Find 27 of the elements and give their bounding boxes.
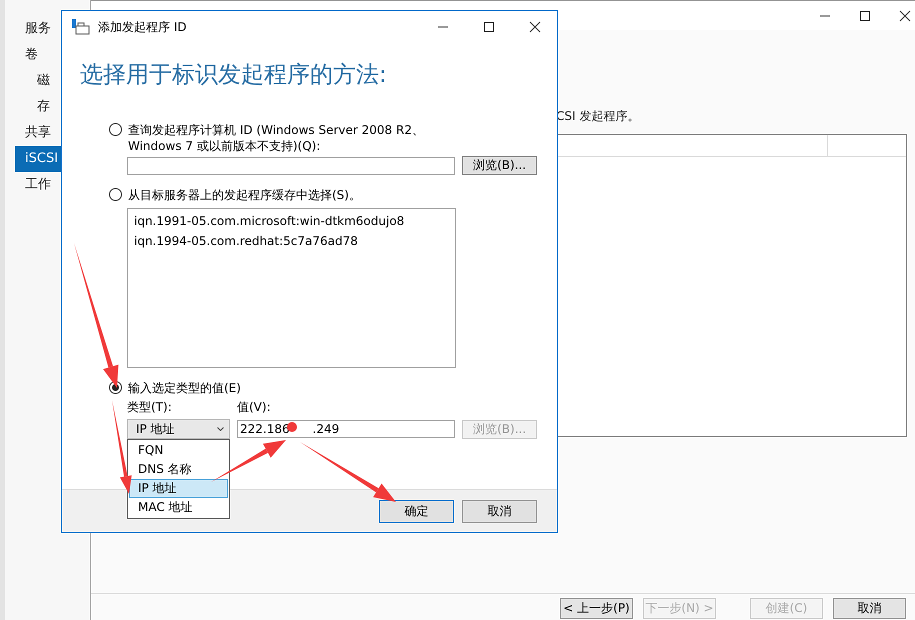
chevron-down-icon	[217, 427, 224, 431]
close-icon[interactable]	[899, 10, 911, 22]
wizard-button[interactable]: < 上一步(P)	[560, 598, 633, 619]
type-label: 类型(T):	[127, 400, 172, 414]
app-icon	[72, 19, 90, 35]
dialog-button[interactable]: 确定	[379, 500, 454, 522]
list-item[interactable]: iqn.1991-05.com.microsoft:win-dtkm6odujo8	[134, 213, 449, 229]
close-icon[interactable]	[529, 21, 541, 33]
radio-button[interactable]	[109, 123, 122, 136]
annotation-blob	[287, 422, 297, 432]
type-dropdown[interactable]: IP 地址	[127, 419, 230, 439]
wizard-button[interactable]: 取消	[833, 598, 906, 619]
maximize-icon[interactable]	[859, 10, 871, 22]
dialog-title: 添加发起程序 ID	[98, 18, 188, 36]
dialog-button[interactable]: 取消	[462, 500, 537, 522]
value-field[interactable]: 222.186 .249	[237, 420, 456, 438]
option-label: 从目标服务器上的发起程序缓存中选择(S)。	[128, 187, 362, 203]
browse-button[interactable]: 浏览(B)...	[462, 156, 537, 175]
value-label: 值(V):	[237, 399, 271, 415]
dialog-heading: 选择用于标识发起程序的方法:	[80, 61, 388, 90]
list-item[interactable]: iqn.1994-05.com.redhat:5c7a76ad78	[134, 233, 449, 249]
maximize-icon[interactable]	[483, 21, 495, 33]
option-label: 查询发起程序计算机 ID (Windows Server 2008 R2、Windows 7 或以前版本不支持)(Q):	[128, 122, 425, 154]
computer-id-field[interactable]	[127, 156, 456, 174]
radio-button[interactable]	[109, 188, 122, 201]
dropdown-option[interactable]: IP 地址	[129, 479, 228, 498]
option-label: 输入选定类型的值(E)	[128, 380, 242, 396]
